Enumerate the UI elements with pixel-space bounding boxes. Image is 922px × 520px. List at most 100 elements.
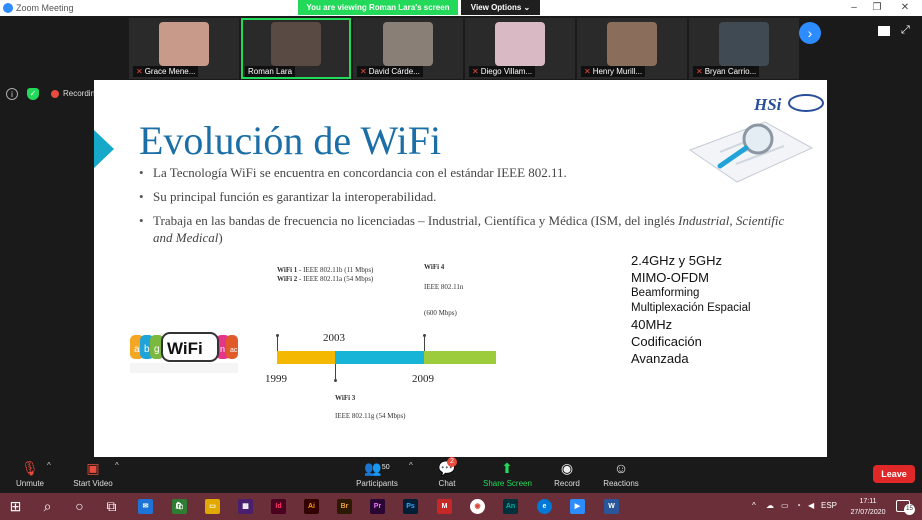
unmute-button[interactable]: 🎙 Unmute — [15, 459, 45, 488]
start-video-button[interactable]: ▣ Start Video — [72, 459, 114, 488]
chat-button[interactable]: 💬 2 Chat — [436, 457, 458, 488]
maximize-button[interactable]: ❐ — [871, 2, 883, 14]
tick-dot — [276, 334, 279, 337]
year-1999-label: 1999 — [265, 373, 287, 385]
photoshop-icon[interactable]: Ps — [403, 499, 418, 514]
participant-tile[interactable]: ✕ Bryan Carrio... — [689, 18, 799, 79]
spec-item: MIMO-OFDM — [631, 270, 709, 285]
year-2009-label: 2009 — [412, 373, 434, 385]
zoom-logo-icon — [3, 3, 13, 13]
timeline-segment-2009 — [424, 351, 496, 364]
taskbar-clock[interactable]: 17:11 27/07/2020 — [848, 496, 888, 518]
reactions-button[interactable]: ☺ Reactions — [603, 459, 639, 488]
video-options-caret[interactable]: ^ — [115, 461, 119, 470]
participant-tile[interactable]: ✕ Henry Murill... — [577, 18, 687, 79]
store-icon[interactable]: 🛍 — [172, 499, 187, 514]
recording-dot-icon — [51, 90, 59, 98]
word-icon[interactable]: W — [604, 499, 619, 514]
participants-options-caret[interactable]: ^ — [409, 461, 413, 470]
wifi-specs-list: 2.4GHz y 5GHz MIMO-OFDM Beamforming Mult… — [631, 252, 751, 367]
svg-text:a: a — [134, 344, 140, 355]
cloud-icon[interactable]: ☁ — [766, 501, 774, 510]
windows-start-icon[interactable]: ⊞ — [8, 499, 23, 514]
mcafee-icon[interactable]: M — [437, 499, 452, 514]
muted-mic-icon: ✕ — [584, 67, 591, 76]
view-options-button[interactable]: View Options ⌄ — [461, 0, 540, 15]
participant-tile[interactable]: ✕ Grace Mene... — [129, 18, 239, 79]
participant-tile[interactable]: ✕ Diego Villam... — [465, 18, 575, 79]
leave-button[interactable]: Leave — [873, 465, 915, 483]
edge-icon[interactable]: e — [537, 499, 552, 514]
tray-overflow-icon[interactable]: ^ — [752, 501, 756, 510]
bullet-item: Su principal función es garantizar la in… — [139, 188, 789, 205]
tick-dot — [334, 379, 337, 382]
wifi-icon[interactable]: ◔ — [796, 501, 801, 510]
zoom-taskbar-icon[interactable]: ▶ — [570, 499, 585, 514]
participant-video — [159, 22, 209, 66]
participant-tile-active[interactable]: Roman Lara — [241, 18, 351, 79]
battery-icon[interactable]: ▭ — [781, 501, 789, 510]
video-off-icon: ▣ — [86, 460, 100, 476]
indesign-icon[interactable]: Id — [271, 499, 286, 514]
notifications-badge: 15 — [904, 504, 915, 515]
security-shield-icon[interactable]: ✓ — [27, 88, 39, 100]
app-icon[interactable]: ▦ — [238, 499, 253, 514]
participant-name: Bryan Carrio... — [704, 67, 757, 76]
record-button[interactable]: ◉ Record — [554, 459, 580, 488]
task-view-icon[interactable]: ⧉ — [104, 499, 119, 514]
participant-name: Diego Villam... — [480, 67, 533, 76]
gallery-view-icon[interactable] — [878, 26, 890, 36]
spec-item: Multiplexación Espacial — [631, 302, 751, 314]
mail-icon[interactable]: ✉ — [138, 499, 153, 514]
wifi4-spec: IEEE 802.11n — [424, 283, 464, 291]
meeting-toolbar: 🎙 Unmute ^ ▣ Start Video ^ 👥50 Participa… — [0, 457, 922, 493]
fullscreen-icon[interactable]: ⤢ — [901, 24, 910, 37]
muted-mic-icon: ✕ — [472, 67, 479, 76]
illustrator-icon[interactable]: Ai — [304, 499, 319, 514]
search-icon[interactable]: ⌕ — [40, 499, 55, 514]
participant-name: Grace Mene... — [144, 67, 196, 76]
participant-video — [271, 22, 321, 66]
chat-icon: 💬 2 — [438, 457, 457, 476]
viewing-banner: You are viewing Roman Lara's screen — [298, 0, 458, 15]
record-icon: ◉ — [560, 460, 574, 476]
chat-badge: 2 — [447, 457, 457, 467]
timeline-segment-1999-2003 — [277, 351, 335, 364]
participant-video — [607, 22, 657, 66]
spec-item: Beamforming — [631, 287, 700, 299]
cortana-icon[interactable]: ○ — [72, 499, 87, 514]
wifi2-caption: WiFi 2 - IEEE 802.11a (54 Mbps) — [277, 275, 374, 283]
share-screen-button[interactable]: ⬆ Share Screen — [483, 459, 532, 488]
svg-text:g: g — [154, 344, 160, 355]
minimize-button[interactable]: – — [848, 2, 860, 14]
volume-icon[interactable]: ◀ — [808, 501, 814, 510]
svg-text:ac: ac — [230, 347, 238, 354]
wifi1-caption: WiFi 1 - IEEE 802.11b (11 Mbps) — [277, 266, 374, 274]
language-indicator[interactable]: ESP — [821, 501, 837, 510]
premiere-icon[interactable]: Pr — [370, 499, 385, 514]
close-button[interactable]: ✕ — [899, 2, 911, 14]
animate-icon[interactable]: An — [503, 499, 518, 514]
tick-dot — [423, 334, 426, 337]
participants-button[interactable]: 👥50 Participants — [355, 459, 399, 488]
participant-name: Henry Murill... — [592, 67, 643, 76]
wifi4-label: WiFi 4 — [424, 263, 445, 271]
zoom-window: Zoom Meeting – ❐ ✕ You are viewing Roman… — [0, 0, 922, 520]
timeline-segment-2003-2009 — [335, 351, 424, 364]
chrome-icon[interactable]: ◉ — [470, 499, 485, 514]
next-participants-button[interactable]: › — [799, 22, 821, 44]
participant-name: Roman Lara — [248, 67, 293, 76]
audio-options-caret[interactable]: ^ — [47, 461, 51, 470]
slide-arrow-shape — [94, 130, 114, 168]
wifi3-spec: IEEE 802.11g (54 Mbps) — [335, 412, 406, 420]
svg-text:b: b — [144, 344, 150, 355]
participant-video — [495, 22, 545, 66]
file-explorer-icon[interactable]: ▭ — [205, 499, 220, 514]
wifi4-speed: (600 Mbps) — [424, 309, 457, 317]
slide-title: Evolución de WiFi — [139, 118, 442, 163]
info-icon[interactable]: i — [6, 88, 18, 100]
tick-1999 — [277, 335, 278, 352]
participant-name: David Cárde... — [368, 67, 420, 76]
participant-tile[interactable]: ✕ David Cárde... — [353, 18, 463, 79]
bridge-icon[interactable]: Br — [337, 499, 352, 514]
